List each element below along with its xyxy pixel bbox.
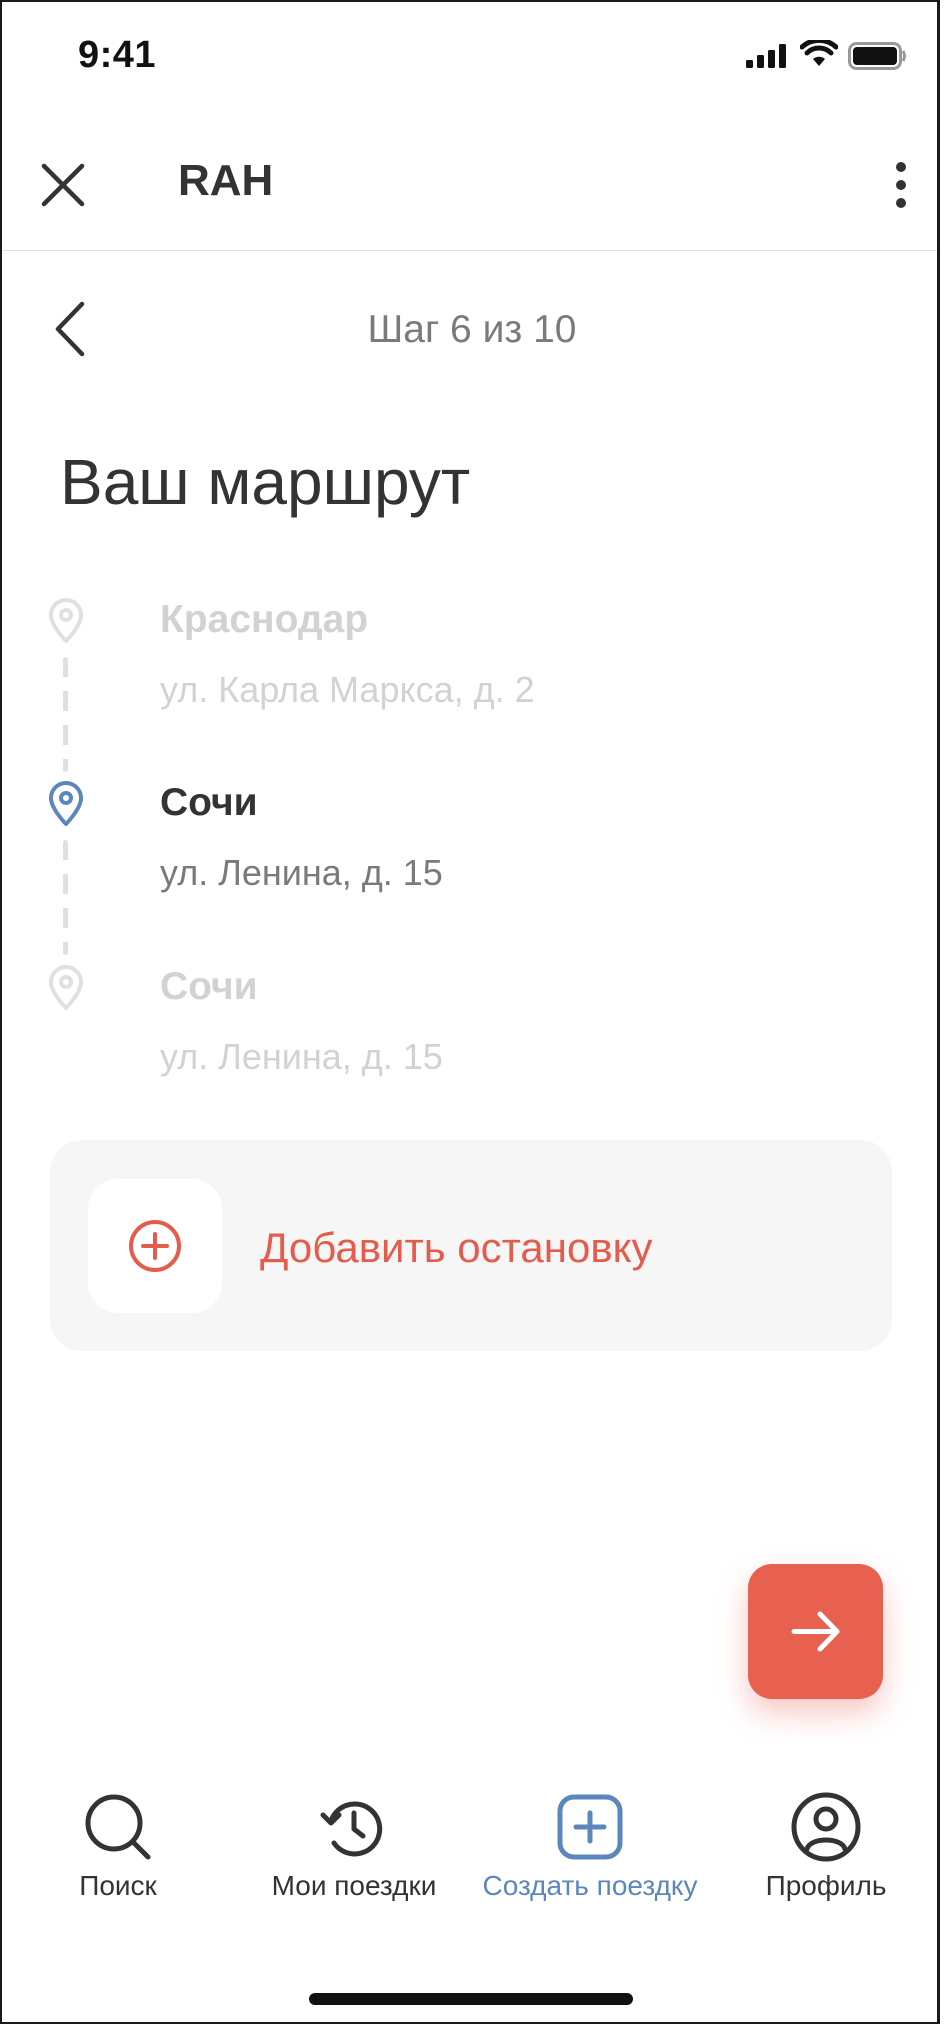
home-indicator[interactable] <box>309 1993 633 2005</box>
profile-icon <box>791 1792 861 1862</box>
page-title: Ваш маршрут <box>60 446 471 518</box>
more-vertical-icon <box>896 162 906 208</box>
arrow-right-icon <box>791 1611 840 1652</box>
status-time: 9:41 <box>78 34 157 76</box>
nav-item-profile[interactable]: Профиль <box>708 1785 944 1905</box>
close-icon <box>41 163 85 207</box>
nav-label: Мои поездки <box>271 1870 437 1901</box>
stop-city[interactable]: Краснодар <box>160 598 368 642</box>
stop-address: ул. Ленина, д. 15 <box>160 1036 443 1077</box>
nav-label: Профиль <box>765 1870 887 1901</box>
more-menu-button[interactable] <box>886 162 916 208</box>
nav-label: Создать поездку <box>482 1870 698 1901</box>
add-stop-label: Добавить остановку <box>260 1224 653 1271</box>
stop-address: ул. Карла Маркса, д. 2 <box>160 669 535 710</box>
header-divider <box>0 250 940 251</box>
stop-city[interactable]: Сочи <box>160 781 258 825</box>
location-pin-icon <box>46 598 86 649</box>
next-button[interactable] <box>748 1564 883 1699</box>
battery-icon <box>848 42 908 75</box>
step-indicator: Шаг 6 из 10 <box>367 308 577 351</box>
nav-label: Поиск <box>79 1870 157 1901</box>
plus-circle-icon <box>127 1218 183 1279</box>
history-icon <box>320 1801 383 1857</box>
wifi-icon <box>799 37 839 73</box>
device-frame <box>0 0 940 2024</box>
cellular-signal-icon <box>746 44 788 73</box>
nav-item-create-trip[interactable]: Создать поездку <box>472 1785 708 1905</box>
plus-square-icon <box>557 1794 623 1860</box>
location-pin-icon <box>46 965 86 1016</box>
location-pin-icon <box>46 781 86 832</box>
close-button[interactable] <box>38 160 88 210</box>
nav-item-search[interactable]: Поиск <box>0 1785 236 1905</box>
stop-address: ул. Ленина, д. 15 <box>160 852 443 893</box>
stop-city[interactable]: Сочи <box>160 965 258 1009</box>
route-connector <box>63 840 68 955</box>
nav-item-my-trips[interactable]: Мои поездки <box>236 1785 472 1905</box>
route-connector <box>63 657 68 772</box>
app-title: RAH <box>178 156 274 205</box>
search-icon <box>85 1794 151 1860</box>
